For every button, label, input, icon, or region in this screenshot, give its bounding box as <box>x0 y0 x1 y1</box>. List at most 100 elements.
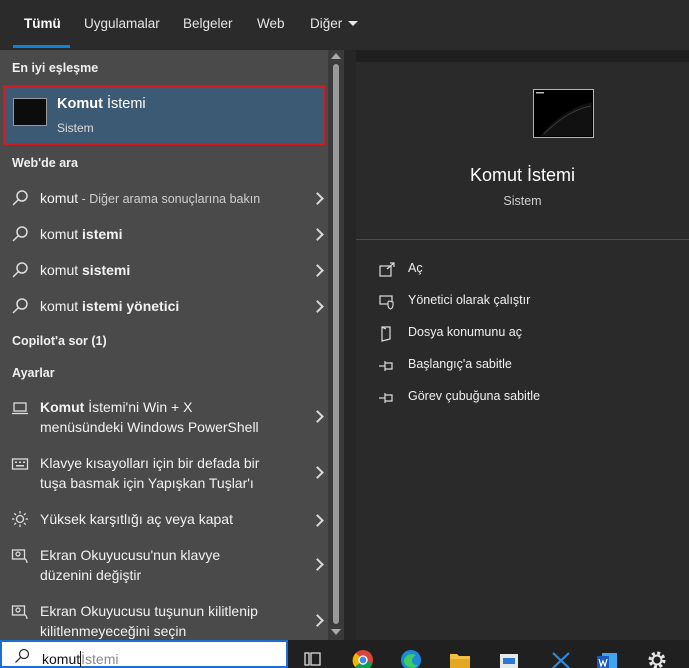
search-value: komutİstemi <box>42 651 118 667</box>
web-result-bold: istemi <box>82 226 123 242</box>
settings-result-2[interactable]: Yüksek karşıtlığı aç veya kapat <box>0 508 328 532</box>
chevron-right-icon <box>311 514 324 527</box>
web-result-bold: komut <box>40 190 79 206</box>
web-result-2[interactable]: komut sistemi <box>0 258 328 282</box>
settings-icon[interactable] <box>646 648 668 668</box>
settings-result-line1: Ekran Okuyucusu tuşunun kilitlenip <box>40 603 258 619</box>
web-result-bold: sistemi <box>82 262 131 278</box>
scroll-down-icon[interactable] <box>331 629 341 635</box>
best-match-subtitle: Sistem <box>57 121 94 135</box>
edge-icon[interactable] <box>400 648 422 668</box>
results-scrollbar[interactable] <box>328 50 344 640</box>
preview-title: Komut İstemi <box>469 165 576 185</box>
preview-pane <box>356 62 689 640</box>
preview-divider <box>356 239 689 240</box>
web-result-0[interactable]: komut - Diğer arama sonuçlarına bakın <box>0 186 328 210</box>
action-open[interactable]: Aç <box>356 258 689 282</box>
web-result-text: komut sistemi <box>40 260 130 280</box>
active-tab-indicator <box>13 45 70 48</box>
settings-result-line2: kilitlenmeyeceğini seçin <box>40 623 187 639</box>
chevron-right-icon <box>311 192 324 205</box>
search-icon <box>12 190 28 206</box>
web-result-plain: komut <box>40 298 83 314</box>
settings-result-line2: menüsündeki Windows PowerShell <box>40 419 259 435</box>
chevron-right-icon <box>311 300 324 313</box>
web-result-text: komut istemi yönetici <box>40 296 179 316</box>
pane-separator <box>344 50 356 640</box>
settings-result-line1: Ekran Okuyucusu'nun klavye <box>40 547 221 563</box>
chevron-right-icon <box>311 228 324 241</box>
section-web-search: Web'de ara <box>12 156 78 170</box>
settings-result-text: Ekran Okuyucusu'nun klavye düzenini değiş… <box>40 545 220 585</box>
web-result-dim: - Diğer arama sonuçlarına bakın <box>78 192 261 206</box>
settings-result-0[interactable]: Komut İstemi'ni Win + X menüsündeki Windo… <box>0 396 328 438</box>
settings-result-3[interactable]: Ekran Okuyucusu'nun klavye düzenini değiş… <box>0 544 328 586</box>
best-match-title-bold: Komut <box>57 96 103 112</box>
pin-icon <box>379 393 393 403</box>
narrator-icon <box>11 549 28 564</box>
chrome-icon[interactable] <box>352 648 374 668</box>
action-pin-to-start[interactable]: Başlangıç'a sabitle <box>356 354 689 378</box>
chevron-right-icon <box>311 264 324 277</box>
open-icon <box>379 262 395 277</box>
web-result-text: komut istemi <box>40 224 122 244</box>
search-icon <box>12 262 28 278</box>
settings-result-text: Ekran Okuyucusu tuşunun kilitlenip kilitl… <box>40 601 258 641</box>
web-result-bold: istemi yönetici <box>82 298 180 314</box>
chevron-down-icon <box>348 20 359 26</box>
web-result-plain: komut <box>40 226 83 242</box>
filter-tab-bar: Tümü Uygulamalar Belgeler Web Diğer <box>0 0 689 50</box>
narrator-icon <box>11 605 28 620</box>
settings-result-line2: tuşa basmak için Yapışkan Tuşlar'ı <box>40 475 254 491</box>
word-icon[interactable] <box>596 648 618 668</box>
command-prompt-icon <box>13 98 47 126</box>
settings-result-4[interactable]: Ekran Okuyucusu tuşunun kilitlenip kilitl… <box>0 600 328 640</box>
web-result-1[interactable]: komut istemi <box>0 222 328 246</box>
tab-web[interactable]: Web <box>257 0 285 50</box>
action-label: Yönetici olarak çalıştır <box>408 293 531 307</box>
chevron-right-icon <box>311 614 324 627</box>
search-suggestion: İstemi <box>81 651 119 667</box>
action-label: Görev çubuğuna sabitle <box>408 389 541 403</box>
web-result-plain: komut <box>40 262 83 278</box>
scroll-up-icon[interactable] <box>331 53 341 59</box>
web-result-text: komut - Diğer arama sonuçlarına bakın <box>40 188 260 209</box>
best-match-item[interactable]: Komut İstemi Sistem <box>3 85 325 145</box>
best-match-title: Komut İstemi <box>57 96 146 112</box>
action-open-file-location[interactable]: Dosya konumunu aç <box>356 322 689 346</box>
search-icon <box>15 648 30 663</box>
settings-result-bold: Komut <box>40 399 85 415</box>
app-icon[interactable] <box>550 648 572 668</box>
store-icon[interactable] <box>498 648 520 668</box>
tab-all[interactable]: Tümü <box>24 0 61 50</box>
action-run-as-admin[interactable]: Yönetici olarak çalıştır <box>356 290 689 314</box>
pin-icon <box>379 361 393 371</box>
settings-result-line1: Klavye kısayolları için bir defada bir <box>40 455 260 471</box>
settings-result-text: Klavye kısayolları için bir defada bir tu… <box>40 453 259 493</box>
shield-icon <box>379 295 394 310</box>
tab-more[interactable]: Diğer <box>310 0 359 50</box>
action-pin-to-taskbar[interactable]: Görev çubuğuna sabitle <box>356 386 689 410</box>
folder-icon <box>381 326 391 342</box>
tab-apps[interactable]: Uygulamalar <box>84 0 160 50</box>
task-view-icon[interactable] <box>302 648 324 668</box>
search-icon <box>12 226 28 242</box>
search-input[interactable]: komutİstemi <box>0 640 288 668</box>
console-graphic <box>536 92 592 136</box>
chevron-right-icon <box>311 558 324 571</box>
action-label: Aç <box>408 261 423 275</box>
chevron-right-icon <box>311 410 324 423</box>
web-result-3[interactable]: komut istemi yönetici <box>0 294 328 318</box>
sun-icon <box>12 511 28 527</box>
settings-result-line1: İstemi'ni Win + X <box>84 399 193 415</box>
search-typed-text: komut <box>42 651 81 667</box>
settings-result-text: Komut İstemi'ni Win + X menüsündeki Windo… <box>40 397 259 437</box>
preview-subtitle: Sistem <box>503 194 542 208</box>
scrollbar-thumb[interactable] <box>333 64 339 624</box>
settings-result-text: Yüksek karşıtlığı aç veya kapat <box>40 511 233 527</box>
settings-result-line2: düzenini değiştir <box>40 567 142 583</box>
file-explorer-icon[interactable] <box>449 648 471 668</box>
tab-documents[interactable]: Belgeler <box>183 0 233 50</box>
settings-result-1[interactable]: Klavye kısayolları için bir defada bir tu… <box>0 452 328 494</box>
section-copilot[interactable]: Copilot'a sor (1) <box>12 334 107 348</box>
